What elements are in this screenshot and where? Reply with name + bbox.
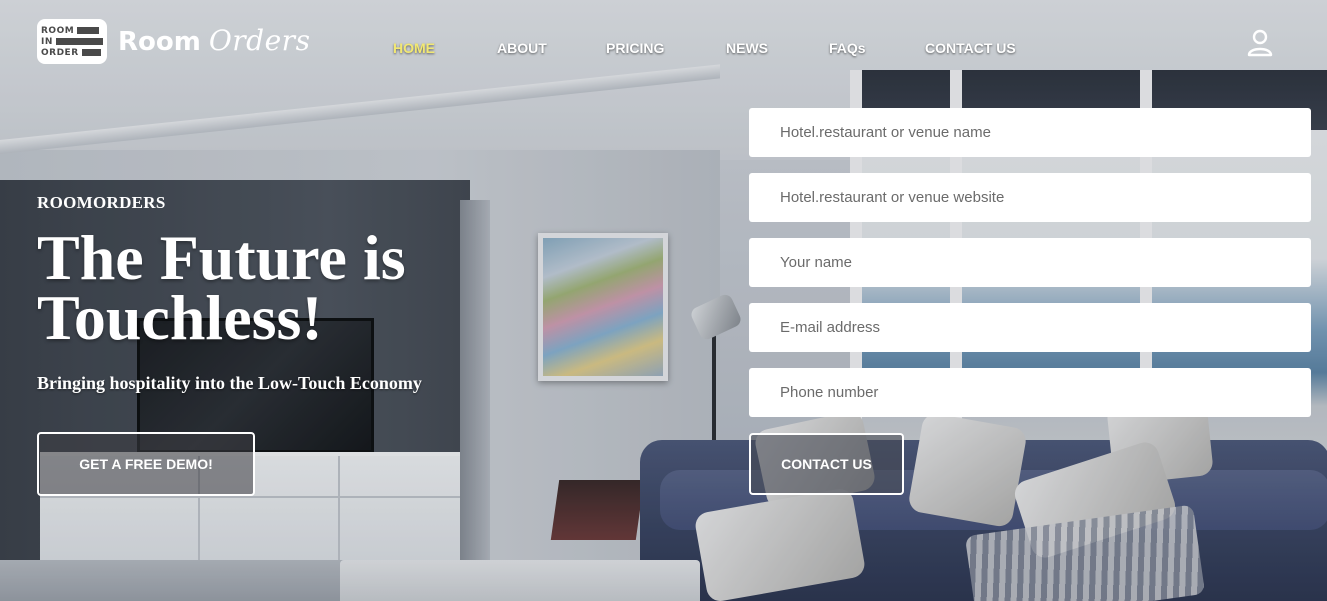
brand-wordmark[interactable]: Room Orders <box>118 24 310 57</box>
logo-word-order: ORDER <box>41 47 79 58</box>
your-name-field[interactable] <box>749 238 1311 287</box>
hero-headline: The Future is Touchless! <box>37 222 406 353</box>
phone-field[interactable] <box>749 368 1311 417</box>
venue-website-field[interactable] <box>749 173 1311 222</box>
contact-us-button[interactable]: CONTACT US <box>749 433 904 495</box>
nav-pricing[interactable]: PRICING <box>606 40 664 56</box>
get-free-demo-button[interactable]: GET A FREE DEMO! <box>37 432 255 496</box>
nav-faqs[interactable]: FAQs <box>829 40 866 56</box>
brand-name-room: Room <box>118 27 201 57</box>
nav-news[interactable]: NEWS <box>726 40 768 56</box>
logo-word-in: IN <box>41 36 53 47</box>
hero-eyebrow: ROOMORDERS <box>37 193 166 212</box>
nav-contact-us[interactable]: CONTACT US <box>925 40 1016 56</box>
email-field[interactable] <box>749 303 1311 352</box>
logo-mark[interactable]: ROOM IN ORDER <box>37 19 107 64</box>
nav-home[interactable]: HOME <box>393 40 435 56</box>
nav-about[interactable]: ABOUT <box>497 40 547 56</box>
brand-name-orders: Orders <box>208 24 311 57</box>
logo-word-room: ROOM <box>41 25 75 36</box>
venue-name-field[interactable] <box>749 108 1311 157</box>
hero-subheadline: Bringing hospitality into the Low-Touch … <box>37 373 422 393</box>
user-icon[interactable] <box>1245 28 1275 58</box>
